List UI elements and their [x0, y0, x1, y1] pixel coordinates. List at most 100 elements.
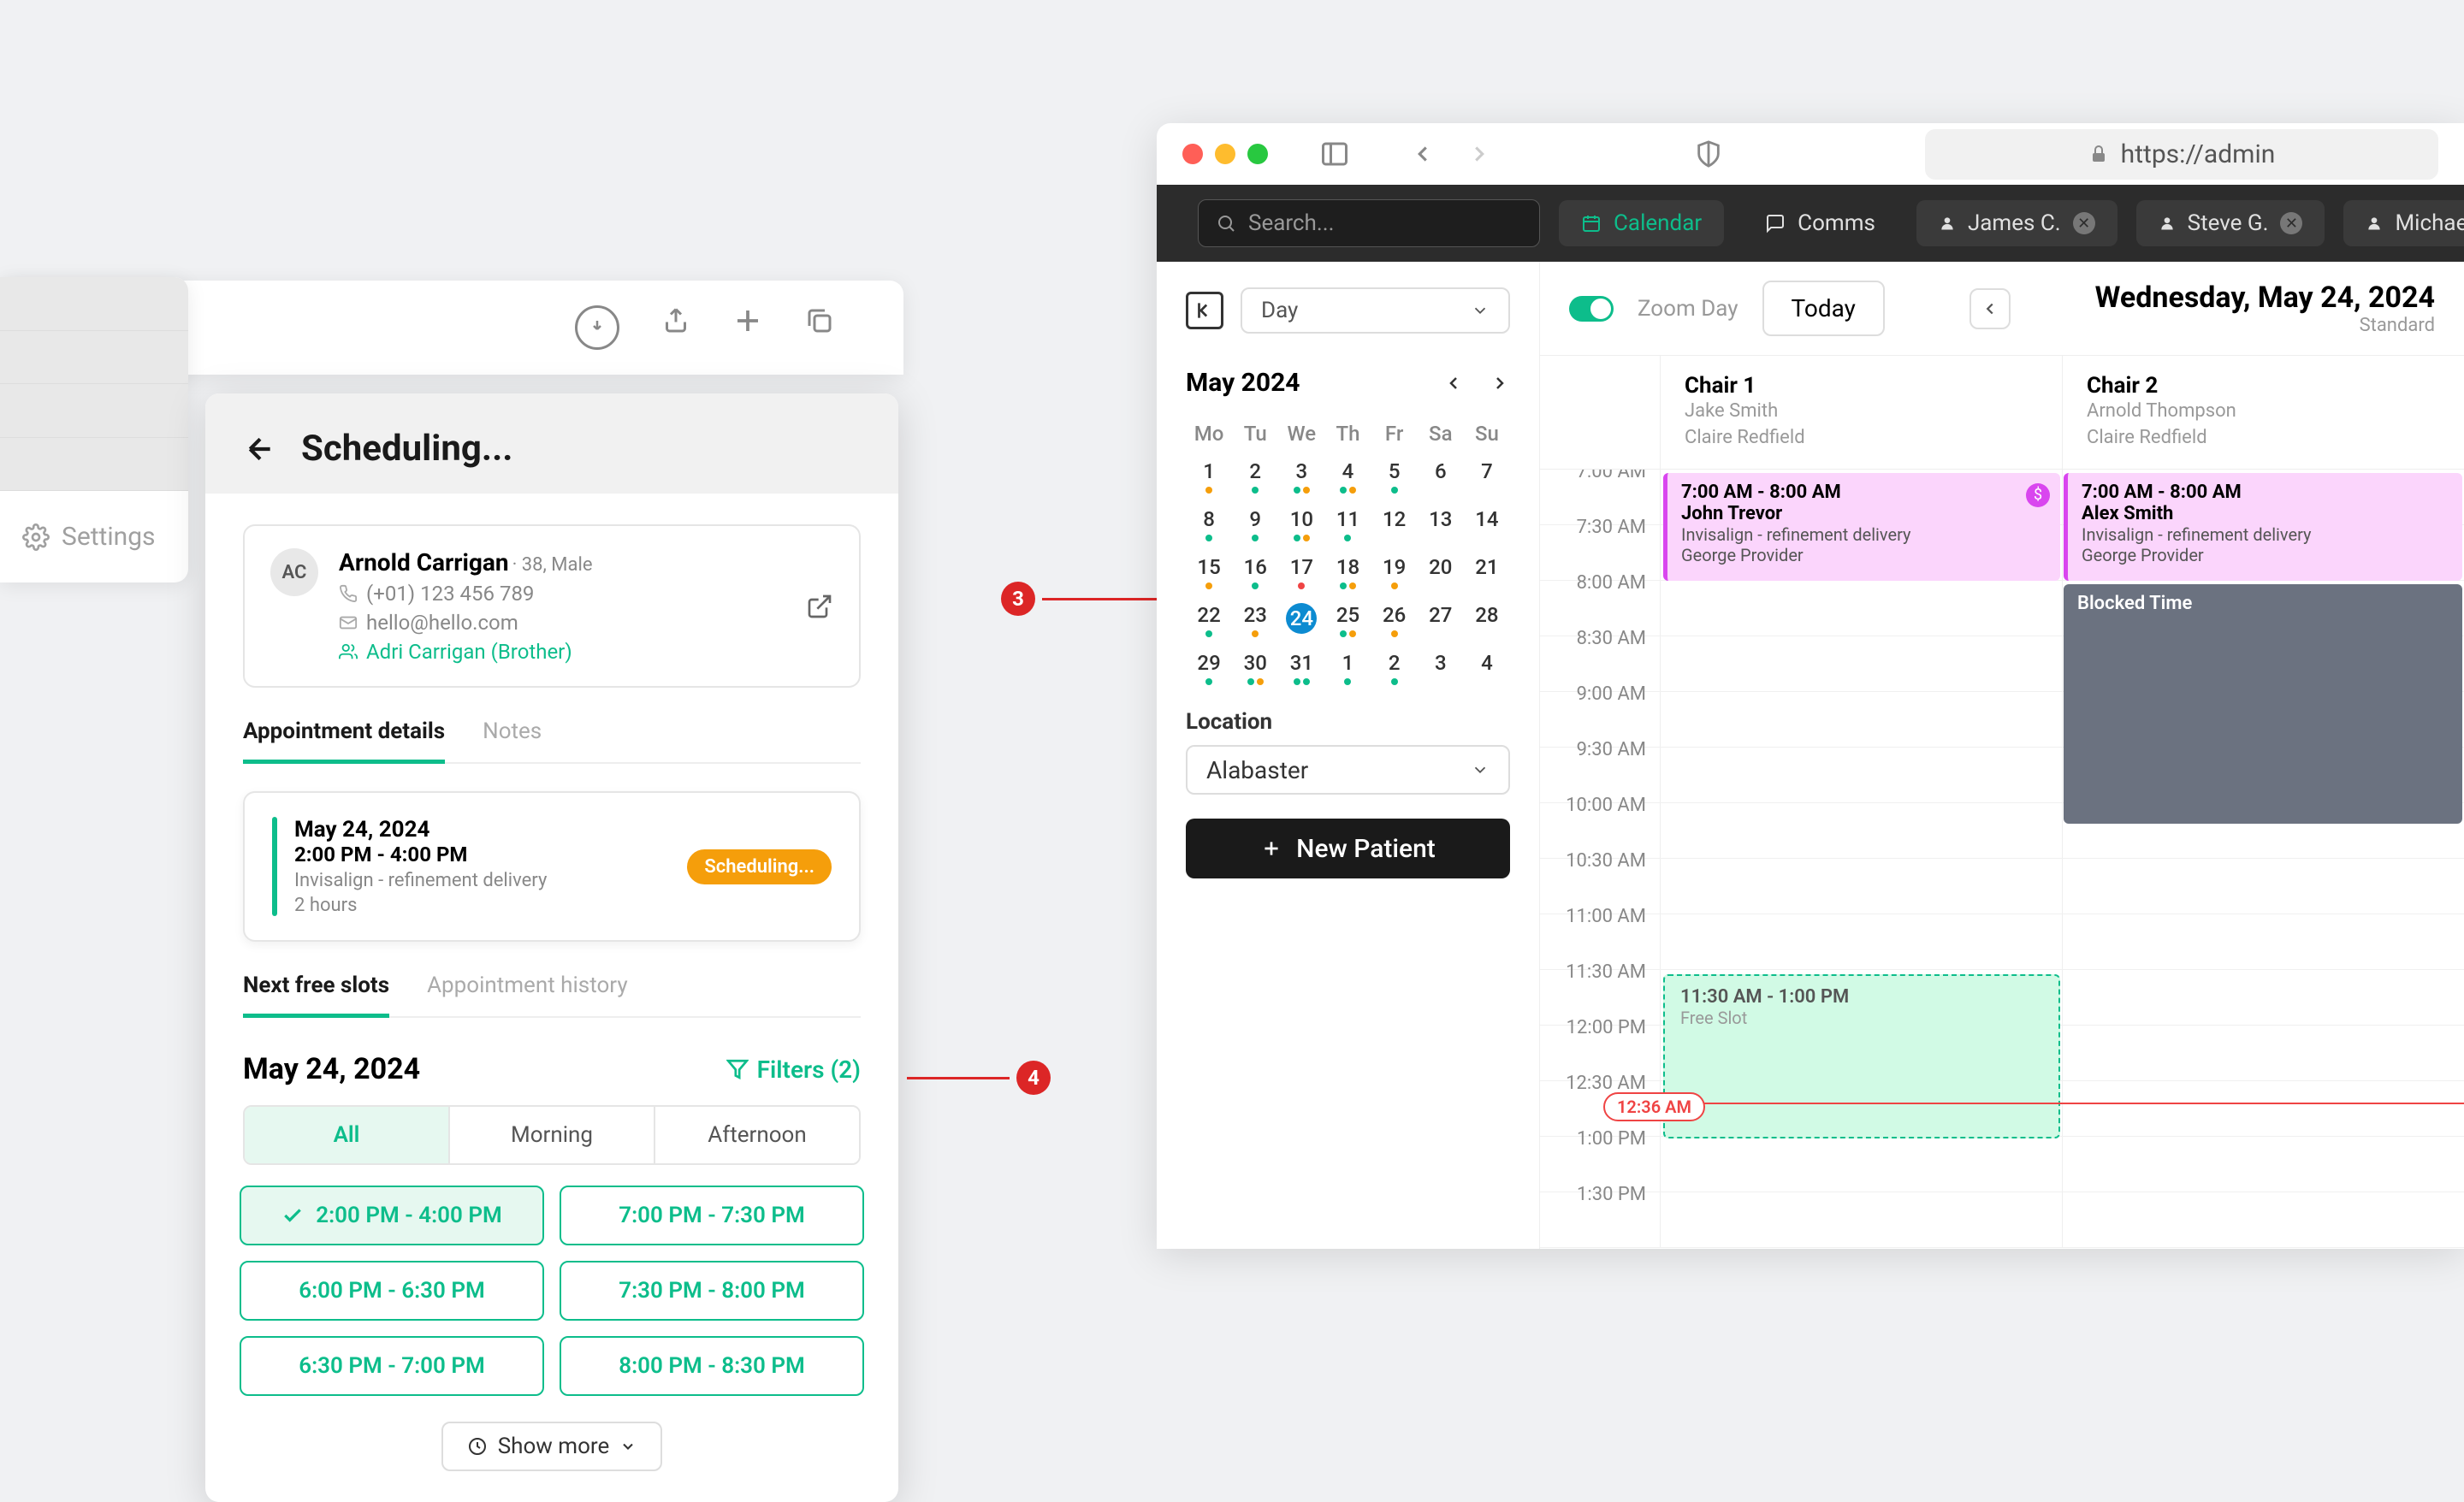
address-bar[interactable]: https://admin [1925, 129, 2438, 180]
time-cell[interactable] [1660, 581, 2062, 636]
traffic-lights[interactable] [1182, 144, 1268, 164]
calendar-day[interactable]: 15 [1186, 555, 1232, 589]
segment-afternoon[interactable]: Afternoon [655, 1107, 859, 1163]
time-cell[interactable] [2062, 1081, 2464, 1136]
segment-all[interactable]: All [245, 1107, 450, 1163]
calendar-day[interactable]: 14 [1464, 507, 1510, 541]
tab-appointment-history[interactable]: Appointment history [427, 973, 628, 1016]
filters-link[interactable]: Filters (2) [726, 1056, 861, 1084]
calendar-day[interactable]: 1 [1186, 459, 1232, 494]
view-select[interactable]: Day [1241, 287, 1510, 334]
tab-notes[interactable]: Notes [483, 718, 542, 762]
calendar-day[interactable]: 21 [1464, 555, 1510, 589]
calendar-day[interactable]: 4 [1324, 459, 1371, 494]
time-cell[interactable] [2062, 970, 2464, 1025]
location-select[interactable]: Alabaster [1186, 745, 1510, 795]
nav-calendar[interactable]: Calendar [1559, 200, 1724, 246]
slot-btn[interactable]: 7:30 PM - 8:00 PM [560, 1261, 864, 1321]
zoom-toggle[interactable] [1569, 296, 1614, 322]
calendar-day[interactable]: 23 [1232, 603, 1278, 637]
time-cell[interactable] [2062, 914, 2464, 969]
calendar-day[interactable]: 17 [1278, 555, 1324, 589]
calendar-day[interactable]: 19 [1371, 555, 1418, 589]
calendar-day[interactable]: 9 [1232, 507, 1278, 541]
time-cell[interactable] [1660, 803, 2062, 858]
calendar-day[interactable]: 1 [1324, 651, 1371, 685]
calendar-day[interactable]: 13 [1418, 507, 1464, 541]
calendar-day[interactable]: 18 [1324, 555, 1371, 589]
free-slot[interactable]: 11:30 AM - 1:00 PM Free Slot [1663, 974, 2060, 1138]
month-next-icon[interactable] [1490, 373, 1510, 393]
collapse-sidebar-icon[interactable] [1186, 292, 1223, 329]
time-cell[interactable] [1660, 1192, 2062, 1247]
appointment-event[interactable]: 7:00 AM - 8:00 AM John Trevor Invisalign… [1663, 473, 2060, 581]
calendar-day[interactable]: 29 [1186, 651, 1232, 685]
time-cell[interactable] [2062, 1026, 2464, 1080]
sidebar-toggle-icon[interactable] [1319, 139, 1350, 169]
shield-icon[interactable] [1694, 139, 1723, 169]
slot-btn[interactable]: 2:00 PM - 4:00 PM [240, 1186, 544, 1245]
time-cell[interactable] [2062, 1137, 2464, 1192]
patient-chip[interactable]: Michael C. ✕ [2343, 200, 2464, 246]
time-cell[interactable] [1660, 748, 2062, 802]
slot-btn[interactable]: 8:00 PM - 8:30 PM [560, 1336, 864, 1396]
download-icon[interactable] [575, 305, 619, 350]
time-cell[interactable] [1660, 1137, 2062, 1192]
calendar-day[interactable]: 20 [1418, 555, 1464, 589]
close-icon[interactable]: ✕ [2073, 212, 2095, 234]
patient-chip[interactable]: James C. ✕ [1916, 200, 2118, 246]
calendar-day[interactable]: 16 [1232, 555, 1278, 589]
time-cell[interactable] [1660, 914, 2062, 969]
slot-btn[interactable]: 6:00 PM - 6:30 PM [240, 1261, 544, 1321]
calendar-day[interactable]: 12 [1371, 507, 1418, 541]
calendar-day[interactable]: 3 [1278, 459, 1324, 494]
calendar-day[interactable]: 10 [1278, 507, 1324, 541]
tab-appointment-details[interactable]: Appointment details [243, 718, 445, 764]
calendar-day[interactable]: 4 [1464, 651, 1510, 685]
month-prev-icon[interactable] [1443, 373, 1464, 393]
calendar-day[interactable]: 2 [1371, 651, 1418, 685]
calendar-day[interactable]: 30 [1232, 651, 1278, 685]
calendar-day[interactable]: 11 [1324, 507, 1371, 541]
calendar-day[interactable]: 3 [1418, 651, 1464, 685]
calendar-day[interactable]: 5 [1371, 459, 1418, 494]
plus-icon[interactable] [732, 305, 763, 350]
copy-icon[interactable] [804, 305, 835, 350]
slot-btn[interactable]: 6:30 PM - 7:00 PM [240, 1336, 544, 1396]
calendar-day[interactable]: 2 [1232, 459, 1278, 494]
patient-family[interactable]: Adri Carrigan (Brother) [366, 640, 572, 664]
calendar-day[interactable]: 24 [1278, 603, 1324, 637]
calendar-day[interactable]: 31 [1278, 651, 1324, 685]
date-prev-icon[interactable] [1969, 288, 2011, 329]
time-cell[interactable] [2062, 1192, 2464, 1247]
time-cell[interactable] [1660, 636, 2062, 691]
slot-btn[interactable]: 7:00 PM - 7:30 PM [560, 1186, 864, 1245]
new-patient-button[interactable]: New Patient [1186, 819, 1510, 878]
blocked-event[interactable]: Blocked Time [2064, 584, 2462, 824]
tab-next-free-slots[interactable]: Next free slots [243, 973, 389, 1018]
time-cell[interactable] [1660, 692, 2062, 747]
search-input[interactable]: Search... [1198, 199, 1540, 247]
patient-chip[interactable]: Steve G. ✕ [2136, 200, 2325, 246]
calendar-day[interactable]: 7 [1464, 459, 1510, 494]
close-icon[interactable]: ✕ [2280, 212, 2302, 234]
calendar-day[interactable]: 22 [1186, 603, 1232, 637]
time-cell[interactable] [2062, 859, 2464, 914]
today-button[interactable]: Today [1762, 281, 1885, 336]
external-link-icon[interactable] [806, 593, 833, 620]
nav-comms[interactable]: Comms [1743, 200, 1898, 246]
appointment-event[interactable]: 7:00 AM - 8:00 AM Alex Smith Invisalign … [2064, 473, 2462, 581]
calendar-day[interactable]: 27 [1418, 603, 1464, 637]
back-icon[interactable] [243, 432, 277, 466]
segment-morning[interactable]: Morning [450, 1107, 655, 1163]
calendar-day[interactable]: 26 [1371, 603, 1418, 637]
share-icon[interactable] [660, 305, 691, 350]
calendar-day[interactable]: 28 [1464, 603, 1510, 637]
nav-back-icon[interactable] [1410, 141, 1436, 167]
show-more-button[interactable]: Show more [441, 1422, 663, 1471]
calendar-day[interactable]: 6 [1418, 459, 1464, 494]
time-cell[interactable] [1660, 859, 2062, 914]
sidebar-item-settings[interactable]: Settings [22, 522, 166, 552]
nav-fwd-icon[interactable] [1466, 141, 1492, 167]
calendar-day[interactable]: 8 [1186, 507, 1232, 541]
